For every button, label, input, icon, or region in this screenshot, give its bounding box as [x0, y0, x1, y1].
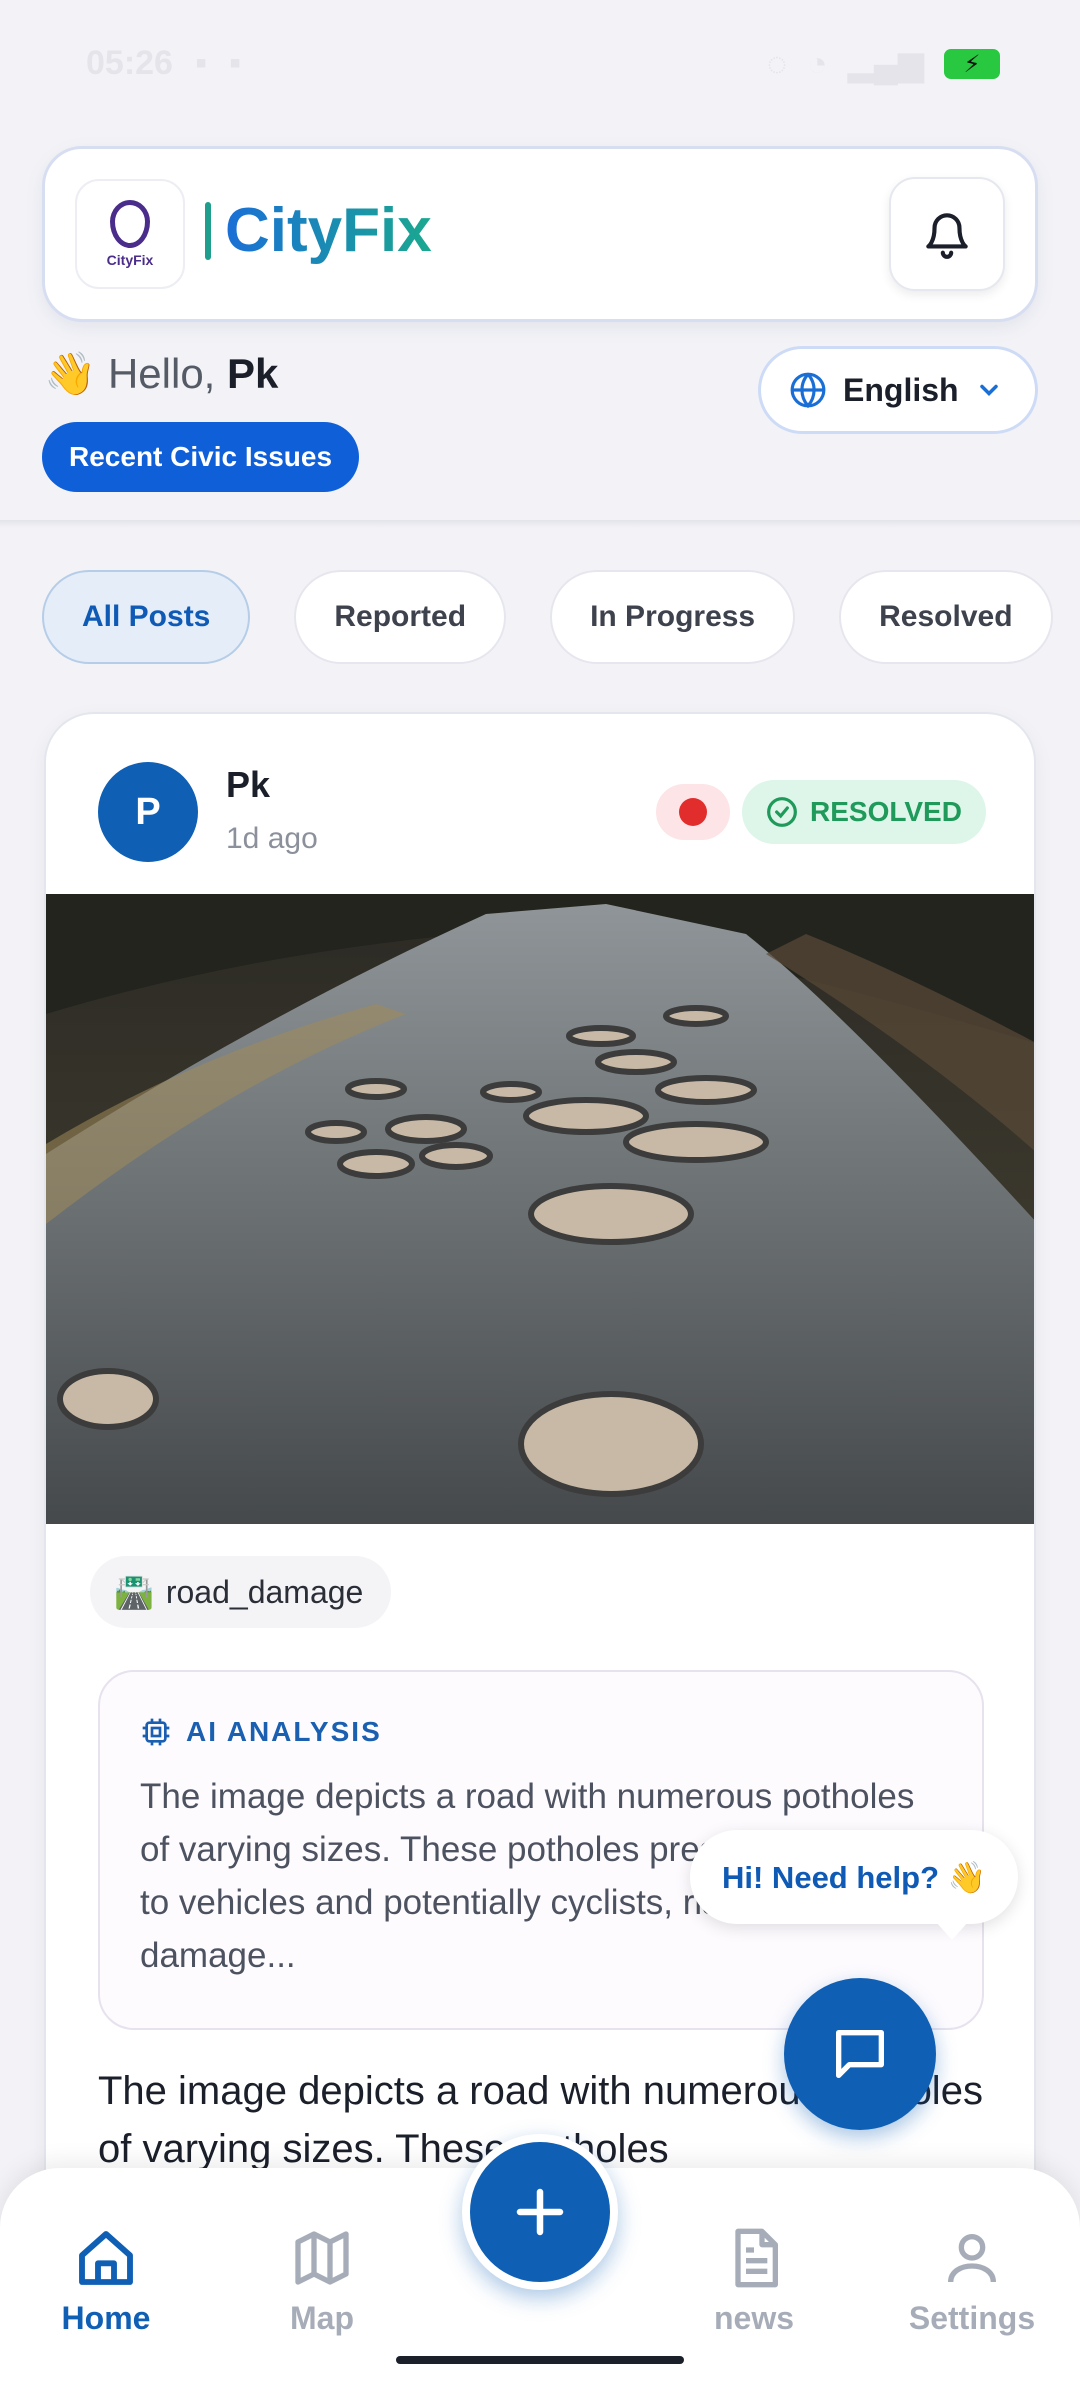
notification-icon: ▪ — [194, 44, 208, 82]
app-name: CityFix — [225, 196, 432, 265]
check-circle-icon — [767, 797, 797, 827]
language-selector[interactable]: English — [758, 346, 1038, 434]
location-pin-icon — [110, 200, 150, 248]
tab-resolved[interactable]: Resolved — [839, 570, 1053, 664]
brand: CityFix — [205, 195, 432, 266]
bell-icon — [926, 213, 968, 259]
priority-badge — [656, 784, 730, 840]
mute-icon: ◌ — [766, 44, 788, 83]
ai-title-label: AI ANALYSIS — [186, 1716, 382, 1747]
signal-icon: ▂▄▆ — [847, 45, 924, 83]
category-label: road_damage — [165, 1573, 364, 1610]
notification-icon: ▪ — [229, 44, 242, 82]
wifi-icon: ◔ — [807, 44, 828, 83]
nav-map-label: Map — [290, 2300, 354, 2336]
add-post-button[interactable] — [462, 2134, 618, 2290]
app-header: CityFix CityFix — [42, 146, 1038, 322]
post-author: Pk — [226, 764, 271, 805]
brand-divider — [205, 201, 211, 260]
ai-analysis-title: AI ANALYSIS — [140, 1716, 942, 1748]
red-dot-icon — [679, 798, 707, 826]
document-icon — [735, 2228, 778, 2288]
nav-settings[interactable]: Settings — [882, 2226, 1062, 2337]
tab-in-progress[interactable]: In Progress — [550, 570, 796, 664]
post-time: 1d ago — [226, 822, 318, 855]
tab-reported[interactable]: Reported — [294, 570, 507, 664]
nav-news-label: news — [713, 2300, 795, 2336]
pothole-road-photo — [46, 894, 1034, 1524]
app-logo: CityFix — [75, 179, 185, 289]
chevron-down-icon — [979, 384, 998, 396]
status-label: RESOLVED — [810, 796, 962, 827]
battery-icon: ⚡ — [944, 49, 1000, 79]
status-badge: RESOLVED — [742, 780, 986, 844]
chat-icon — [836, 2030, 884, 2078]
category-tag[interactable]: 🛣️ road_damage — [90, 1556, 392, 1628]
nav-home-label: Home — [61, 2300, 151, 2336]
home-icon — [79, 2231, 133, 2285]
nav-news[interactable]: news — [664, 2226, 844, 2337]
home-indicator[interactable] — [396, 2356, 684, 2364]
help-bubble[interactable]: Hi! Need help? 👋 — [690, 1830, 1019, 1940]
chip-icon — [142, 1718, 170, 1746]
chat-button[interactable] — [784, 1978, 936, 2130]
greeting: 👋 Hello, Pk — [44, 350, 278, 399]
status-time: 05:26 — [86, 44, 173, 82]
notifications-button[interactable] — [889, 177, 1005, 291]
globe-icon — [790, 372, 826, 409]
filter-tabs: All Posts Reported In Progress Resolved — [42, 570, 1053, 664]
nav-home[interactable]: Home — [16, 2226, 196, 2337]
avatar[interactable]: P — [98, 762, 198, 862]
logo-text: CityFix — [106, 252, 154, 268]
plus-icon — [516, 2188, 564, 2236]
map-icon — [295, 2231, 349, 2285]
recent-issues-chip[interactable]: Recent Civic Issues — [42, 422, 360, 492]
status-bar: 05:26 ▪ ▪ ◌ ◔ ▂▄▆ ⚡ — [0, 0, 1080, 130]
greeting-prefix: 👋 Hello, — [44, 350, 228, 397]
section-divider — [0, 520, 1080, 528]
greeting-user: Pk — [227, 350, 279, 397]
post-image[interactable] — [46, 894, 1034, 1524]
tab-all-posts[interactable]: All Posts — [42, 570, 251, 664]
road-icon: 🛣️ — [114, 1574, 154, 1610]
user-icon — [948, 2234, 996, 2283]
language-label: English — [843, 371, 959, 408]
nav-settings-label: Settings — [908, 2300, 1036, 2336]
nav-map[interactable]: Map — [232, 2226, 412, 2337]
